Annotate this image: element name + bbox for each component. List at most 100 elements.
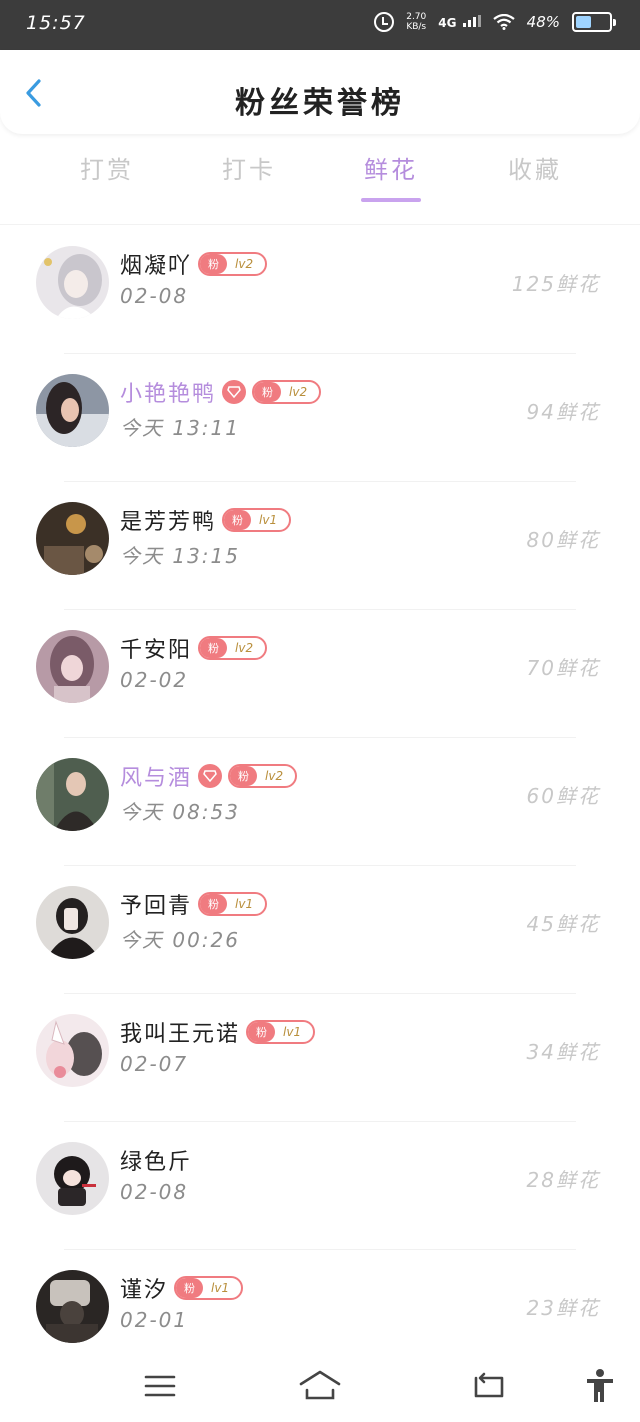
net-speed-value: 2.70 [406,12,427,22]
diamond-icon [222,380,247,404]
avatar[interactable] [36,758,109,831]
avatar[interactable] [36,502,109,575]
fan-level-badge: 粉 lv2 [228,764,298,788]
battery-icon [572,12,616,32]
list-item[interactable]: 予回青 粉 lv1 今天 00:26 45鲜花 [0,866,640,994]
fan-date: 今天 13:11 [120,416,240,440]
fan-level: lv1 [211,1281,230,1295]
fan-name: 小艳艳鸭 [120,382,217,407]
name-line: 小艳艳鸭 粉 lv2 [120,376,322,408]
list-item[interactable]: 小艳艳鸭 粉 lv2 今天 13:11 94鲜花 [0,354,640,482]
fan-label: 粉 [224,510,252,530]
avatar[interactable] [36,1014,109,1087]
fan-level: lv2 [265,769,284,783]
fan-name: 予回青 [120,894,193,919]
divider [0,224,640,225]
flower-amount: 45鲜花 [526,912,600,936]
fan-level: lv2 [235,257,254,271]
list-item[interactable]: 风与酒 粉 lv2 今天 08:53 60鲜花 [0,738,640,866]
alarm-icon [374,12,395,32]
fan-name: 千安阳 [120,638,193,663]
fan-label: 粉 [254,382,282,402]
flower-amount: 80鲜花 [526,528,600,552]
tab-flowers[interactable]: 鲜花 [331,150,451,185]
network-type: 4G [438,14,481,30]
flower-amount: 125鲜花 [511,272,600,296]
fan-level-badge: 粉 lv2 [198,252,268,276]
list-item[interactable]: 我叫王元诺 粉 lv1 02-07 34鲜花 [0,994,640,1122]
name-line: 我叫王元诺 粉 lv1 [120,1016,316,1048]
home-button[interactable] [298,1368,342,1404]
avatar[interactable] [36,630,109,703]
fan-label: 粉 [230,766,258,786]
name-line: 绿色斤 [120,1144,192,1176]
tab-favorites[interactable]: 收藏 [475,150,595,185]
avatar[interactable] [36,886,109,959]
signal-icon [462,14,481,27]
fan-level-badge: 粉 lv1 [174,1276,244,1300]
battery-fill [576,16,592,28]
fan-date: 今天 08:53 [120,800,240,824]
list-item[interactable]: 绿色斤 02-08 28鲜花 [0,1122,640,1250]
system-nav-bar [0,1350,640,1422]
flower-amount: 70鲜花 [526,656,600,680]
net-speed-unit: KB/s [406,22,427,32]
fan-date: 02-01 [120,1308,189,1332]
flower-amount: 34鲜花 [526,1040,600,1064]
fan-date: 02-08 [120,1180,189,1204]
fan-label: 粉 [200,638,228,658]
tab-bar: 打赏 打卡 鲜花 收藏 [0,150,640,206]
header: 粉丝荣誉榜 [0,50,640,134]
network-label: 4G [438,15,457,30]
wifi-icon [492,14,515,30]
list-item[interactable]: 千安阳 粉 lv2 02-02 70鲜花 [0,610,640,738]
name-line: 烟凝吖 粉 lv2 [120,248,268,280]
menu-button[interactable] [142,1368,178,1404]
avatar[interactable] [36,246,109,319]
fan-label: 粉 [248,1022,276,1042]
name-line: 予回青 粉 lv1 [120,888,268,920]
flower-amount: 60鲜花 [526,784,600,808]
flower-amount: 28鲜花 [526,1168,600,1192]
fan-label: 粉 [200,254,228,274]
back-nav-button[interactable] [470,1368,506,1404]
fan-level-badge: 粉 lv1 [198,892,268,916]
name-line: 风与酒 粉 lv2 [120,760,298,792]
diamond-icon [198,764,223,788]
tab-reward[interactable]: 打赏 [47,150,167,185]
fan-level-badge: 粉 lv2 [198,636,268,660]
flower-amount: 94鲜花 [526,400,600,424]
fan-name: 风与酒 [120,766,193,791]
fan-level: lv1 [283,1025,302,1039]
fan-level: lv1 [259,513,278,527]
fan-date: 今天 13:15 [120,544,240,568]
fan-name: 绿色斤 [120,1150,193,1175]
accessibility-button[interactable] [582,1368,618,1404]
status-right-group: 2.70 KB/s 4G 48% [374,12,616,32]
menu-icon [144,1375,176,1397]
fan-date: 02-02 [120,668,189,692]
accessibility-icon [587,1369,613,1402]
fan-level-badge: 粉 lv1 [222,508,292,532]
name-line: 是芳芳鸭 粉 lv1 [120,504,292,536]
fan-label: 粉 [176,1278,204,1298]
fan-date: 今天 00:26 [120,928,240,952]
tab-active-indicator [361,198,421,202]
fan-level-badge: 粉 lv1 [246,1020,316,1044]
fan-date: 02-07 [120,1052,189,1076]
net-speed: 2.70 KB/s [406,12,426,32]
tab-checkin[interactable]: 打卡 [189,150,309,185]
fan-name: 谨汐 [120,1278,169,1303]
flower-amount: 23鲜花 [526,1296,600,1320]
avatar[interactable] [36,374,109,447]
avatar[interactable] [36,1142,109,1215]
list-item[interactable]: 是芳芳鸭 粉 lv1 今天 13:15 80鲜花 [0,482,640,610]
status-time: 15:57 [26,12,86,34]
fan-label: 粉 [200,894,228,914]
back-icon [474,1372,504,1398]
fan-level: lv1 [235,897,254,911]
avatar[interactable] [36,1270,109,1343]
fan-level-badge: 粉 lv2 [252,380,322,404]
name-line: 千安阳 粉 lv2 [120,632,268,664]
list-item[interactable]: 烟凝吖 粉 lv2 02-08 125鲜花 [0,226,640,354]
